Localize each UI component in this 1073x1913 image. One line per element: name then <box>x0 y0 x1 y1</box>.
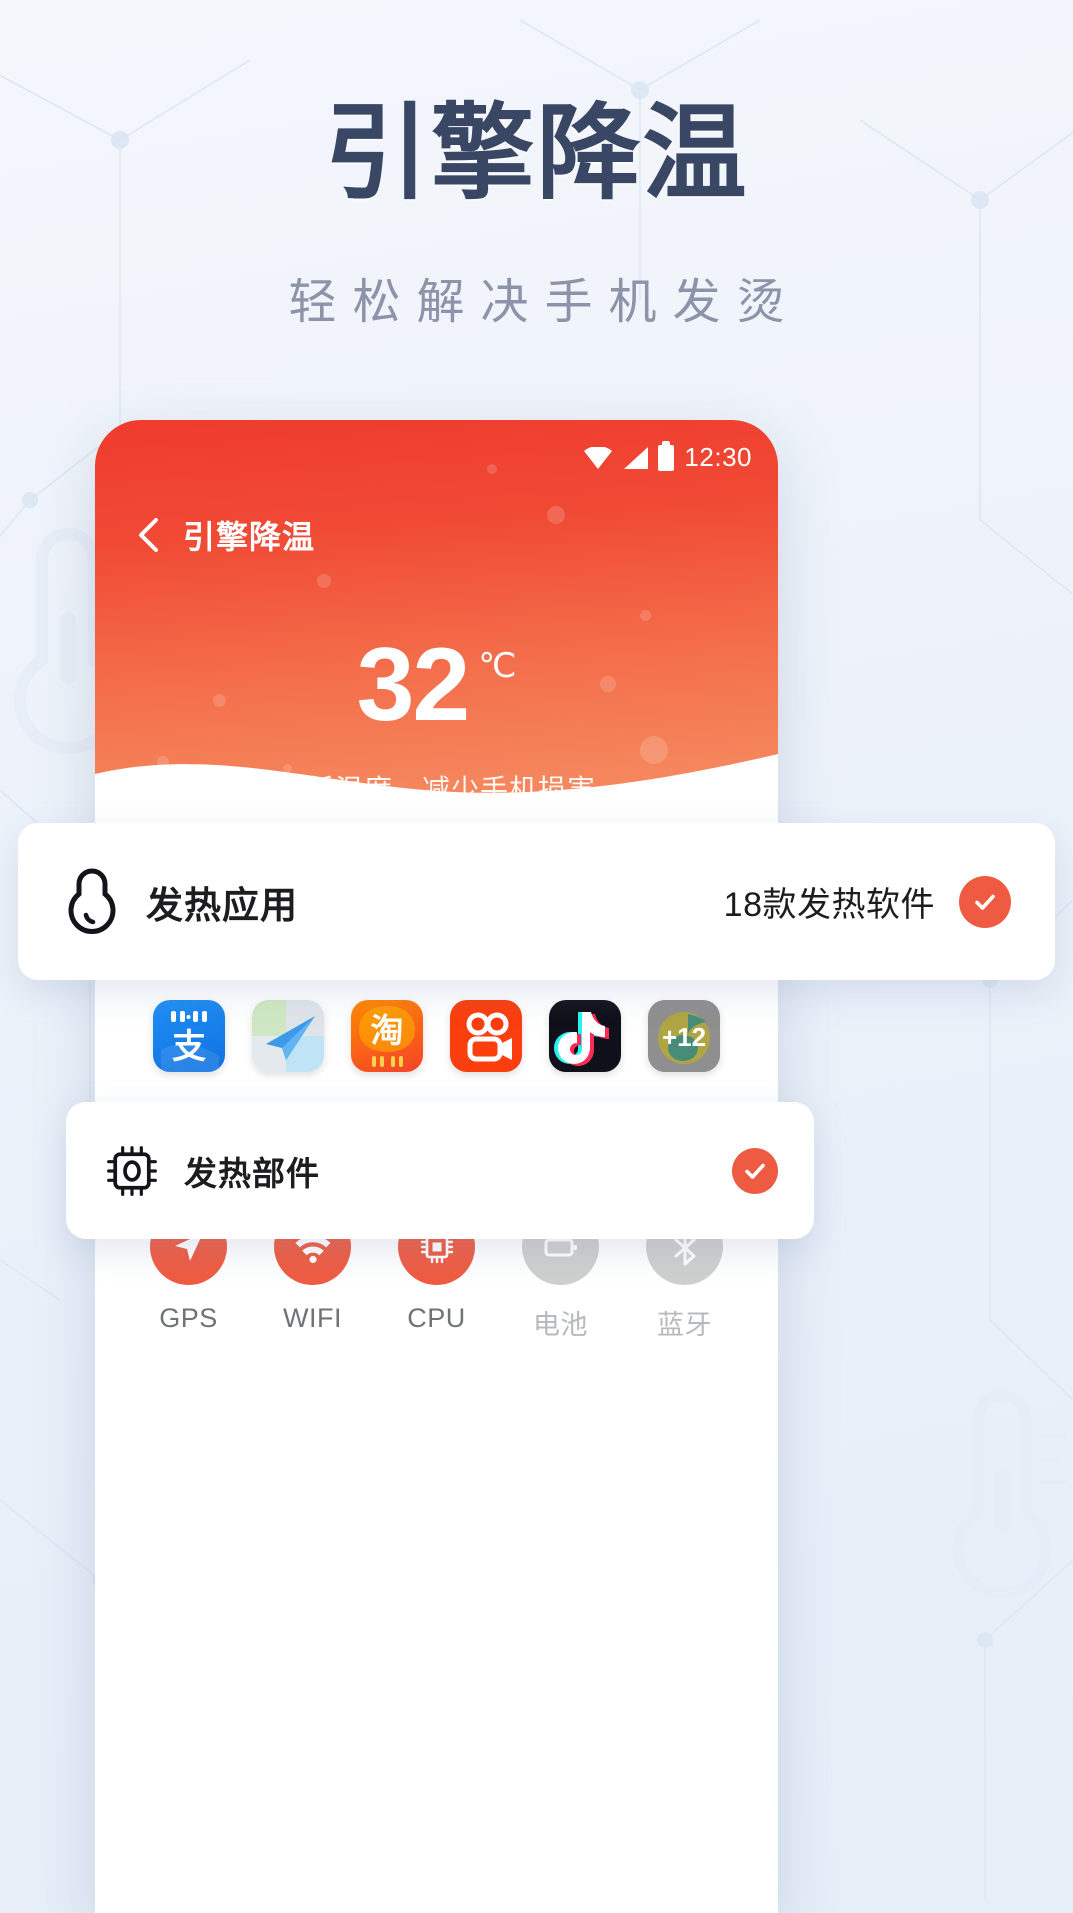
hot-apps-row: 支 <box>95 1000 778 1072</box>
paperplane-app-icon[interactable] <box>252 1000 324 1072</box>
douyin-app-icon[interactable] <box>549 1000 621 1072</box>
hot-components-card[interactable]: 发热部件 <box>66 1102 814 1239</box>
page-title: 引擎降温 <box>324 96 749 212</box>
svg-text:+12: +12 <box>662 1022 706 1052</box>
card-meta: 18款发热软件 <box>723 886 935 924</box>
card-title: 发热部件 <box>184 1154 320 1192</box>
svg-text:淘: 淘 <box>371 1011 404 1050</box>
temperature-readout: 32 ℃ <box>95 627 778 743</box>
temperature-unit: ℃ <box>478 647 517 685</box>
wifi-icon <box>584 446 613 469</box>
check-circle-icon[interactable] <box>959 875 1011 928</box>
hot-apps-card[interactable]: 发热应用 18款发热软件 <box>18 823 1055 980</box>
signal-icon <box>624 446 649 469</box>
alipay-app-icon[interactable]: 支 <box>153 1000 225 1072</box>
component-label: GPS <box>159 1303 218 1333</box>
hero-note: 降低温度，减少手机损害 <box>276 774 596 805</box>
taobao-app-icon[interactable]: 淘 <box>351 1000 423 1072</box>
nav-title: 引擎降温 <box>183 519 316 555</box>
component-label: WIFI <box>283 1303 342 1333</box>
nav-bar: 引擎降温 <box>137 512 315 558</box>
more-apps-icon[interactable]: +12 <box>648 1000 720 1072</box>
component-label: 电池 <box>533 1310 588 1340</box>
temperature-value: 32 <box>356 627 471 743</box>
battery-icon <box>658 440 675 471</box>
thermometer-watermark-right <box>952 1390 1066 1599</box>
status-bar-time: 12:30 <box>684 442 752 472</box>
component-label: 蓝牙 <box>657 1310 712 1340</box>
page-subtitle: 轻松解决手机发烫 <box>288 276 801 329</box>
thermometer-icon <box>64 867 120 937</box>
card-title: 发热应用 <box>146 884 298 926</box>
chevron-left-icon[interactable] <box>137 517 159 553</box>
cpu-chip-icon <box>104 1143 160 1199</box>
kuaishou-app-icon[interactable] <box>450 1000 522 1072</box>
hero-panel: 12:30 引擎降温 32 ℃ 降低温度，减少手机损害 <box>95 420 778 822</box>
check-circle-icon[interactable] <box>732 1147 778 1194</box>
poster-stage: 引擎降温 轻松解决手机发烫 12:30 引擎降温 32 ℃ 降低温度，减少手机损… <box>0 0 1073 1913</box>
component-label: CPU <box>407 1303 466 1333</box>
status-bar: 12:30 <box>584 440 752 473</box>
